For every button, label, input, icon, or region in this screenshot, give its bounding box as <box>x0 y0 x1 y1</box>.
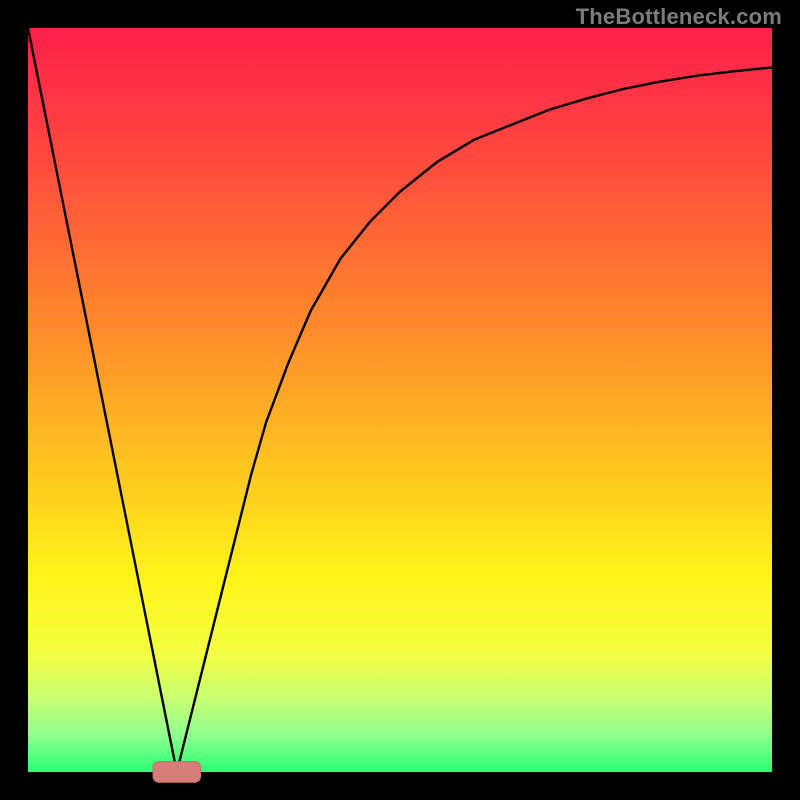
bottleneck-chart <box>0 0 800 800</box>
watermark-text: TheBottleneck.com <box>576 4 782 30</box>
plot-background <box>28 28 772 772</box>
optimal-marker <box>153 762 201 783</box>
